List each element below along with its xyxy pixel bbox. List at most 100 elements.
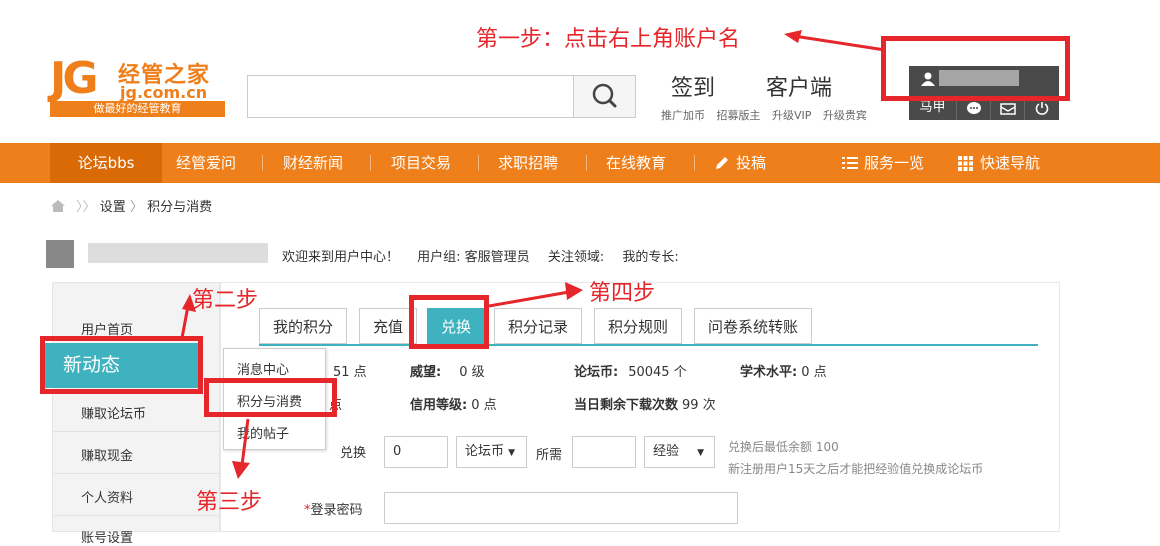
nav-item-quicknav[interactable]: 快速导航 <box>980 143 1040 183</box>
tab-points-log[interactable]: 积分记录 <box>494 308 583 344</box>
exchange-hint-min: 兑换后最低余额 100 <box>728 440 839 454</box>
username-blurred <box>88 243 268 263</box>
tab-points-rules[interactable]: 积分规则 <box>594 308 683 344</box>
sidebar-item-earn-coins[interactable]: 赚取论坛币 <box>81 403 146 422</box>
subnav-promote[interactable]: 推广加币 <box>661 109 705 122</box>
tab-survey-transfer[interactable]: 问卷系统转账 <box>694 308 813 344</box>
annotation-arrow-step2 <box>180 294 196 339</box>
stat-value: 50045 个 <box>628 365 687 380</box>
annotation-step3: 第三步 <box>196 490 263 515</box>
list-icon <box>842 157 858 169</box>
password-label: *登录密码 <box>304 499 363 518</box>
client-link[interactable]: 客户端 <box>766 70 832 102</box>
header-subnav: 推广加币 招募版主 升级VIP 升级贵宾 <box>661 107 875 123</box>
nav-item-services[interactable]: 服务一览 <box>864 143 924 183</box>
need-label: 所需 <box>536 448 563 463</box>
divider <box>53 431 221 432</box>
breadcrumb-settings[interactable]: 设置 <box>100 200 126 215</box>
nav-item-submit[interactable]: 投稿 <box>736 143 766 183</box>
user-group: 用户组: 客服管理员 <box>417 250 530 265</box>
annotation-box-points <box>204 378 337 417</box>
nav-item-ask[interactable]: 经管爱问 <box>176 143 236 183</box>
nav-separator <box>694 155 695 171</box>
nav-item-jobs[interactable]: 求职招聘 <box>498 143 558 183</box>
nav-separator <box>478 155 479 171</box>
annotation-box-exchange <box>409 295 489 349</box>
nav-item-edu[interactable]: 在线教育 <box>606 143 666 183</box>
stat-value: 0 点 <box>801 365 827 380</box>
sidebar-item-earn-cash[interactable]: 赚取现金 <box>81 445 133 464</box>
nav-item-news[interactable]: 财经新闻 <box>283 143 343 183</box>
stat-academic: 学术水平: 0 点 <box>740 361 827 380</box>
tab-underline <box>259 344 1038 346</box>
search-input[interactable] <box>248 76 573 117</box>
logo-mark: JG <box>50 53 98 104</box>
stat-credits: 51 点 <box>333 361 367 380</box>
search-button[interactable] <box>573 76 635 117</box>
grid-icon <box>958 156 973 171</box>
signin-link[interactable]: 签到 <box>671 70 715 102</box>
pencil-icon <box>716 157 728 169</box>
home-icon[interactable] <box>50 199 66 213</box>
breadcrumb-current: 积分与消费 <box>147 200 213 215</box>
currency-select[interactable]: 论坛币 ▼ <box>456 436 527 468</box>
exchange-amount-input[interactable]: 0 <box>384 436 448 468</box>
stat-label: 论坛币: <box>574 365 619 380</box>
search-icon <box>592 83 617 108</box>
nav-item-projects[interactable]: 项目交易 <box>391 143 451 183</box>
annotation-step1: 第一步：点击右上角账户名 <box>476 27 741 52</box>
breadcrumb-separator: 〉〉 <box>76 200 96 215</box>
stat-prestige: 威望: 0 级 <box>410 361 485 380</box>
exchange-label: 兑换 <box>340 446 367 461</box>
exp-value: 经验 <box>653 444 680 459</box>
menu-item-messages[interactable]: 消息中心 <box>237 359 289 378</box>
logo-domain: jg.com.cn <box>120 83 208 102</box>
subnav-recruit[interactable]: 招募版主 <box>717 109 761 122</box>
currency-value: 论坛币 <box>465 444 505 459</box>
breadcrumb: 〉〉 设置 〉 积分与消费 <box>50 196 212 215</box>
stat-value: 0 级 <box>459 365 485 380</box>
stat-label: 学术水平: <box>740 365 798 380</box>
stat-coins: 论坛币: 50045 个 <box>574 361 687 380</box>
annotation-box-account <box>881 36 1070 101</box>
password-input[interactable] <box>384 492 738 524</box>
annotation-step4: 第四步 <box>589 281 656 306</box>
subnav-vip[interactable]: 升级VIP <box>772 109 811 122</box>
stat-value: 51 点 <box>333 365 367 380</box>
main-nav: 论坛bbs 经管爱问 财经新闻 项目交易 求职招聘 在线教育 投稿 服务一览 快… <box>0 143 1160 183</box>
tab-my-points[interactable]: 我的积分 <box>259 308 348 344</box>
stat-downloads: 当日剩余下载次数 99 次 <box>574 394 716 413</box>
search-box <box>247 75 636 118</box>
annotation-arrow-step1 <box>784 30 886 52</box>
stat-label: 信用等级: <box>410 398 468 413</box>
breadcrumb-separator: 〉 <box>129 200 143 215</box>
nav-separator <box>262 155 263 171</box>
annotation-box-news <box>40 336 203 394</box>
stat-credit-level: 信用等级: 0 点 <box>410 394 497 413</box>
divider <box>53 473 221 474</box>
sidebar-item-account[interactable]: 账号设置 <box>81 527 133 546</box>
skill-field: 我的专长: <box>622 250 679 265</box>
nav-separator <box>586 155 587 171</box>
exp-select[interactable]: 经验 ▼ <box>644 436 715 468</box>
need-amount-input[interactable] <box>572 436 636 468</box>
logo-slogan: 做最好的经管教育 <box>50 101 225 117</box>
nav-item-bbs[interactable]: 论坛bbs <box>50 143 162 183</box>
dropdown-caret-icon: ▼ <box>508 448 516 458</box>
annotation-arrow-step4 <box>488 282 583 308</box>
sidebar-item-profile[interactable]: 个人资料 <box>81 487 133 506</box>
focus-field: 关注领域: <box>547 250 605 265</box>
annotation-step2: 第二步 <box>192 288 259 313</box>
site-logo[interactable]: JG 经管之家 jg.com.cn 做最好的经管教育 <box>50 55 225 117</box>
avatar[interactable] <box>46 240 74 268</box>
exchange-hint-newuser: 新注册用户15天之后才能把经验值兑换成论坛币 <box>728 462 984 476</box>
welcome-line: 欢迎来到用户中心！ 用户组: 客服管理员 关注领域: 我的专长: <box>282 246 693 265</box>
dropdown-caret-icon: ▼ <box>697 448 705 458</box>
stat-value: 99 次 <box>682 398 716 413</box>
subnav-guest[interactable]: 升级贵宾 <box>823 109 867 122</box>
welcome-text: 欢迎来到用户中心！ <box>282 250 400 265</box>
nav-separator <box>370 155 371 171</box>
stat-label: 当日剩余下载次数 <box>574 398 679 413</box>
stat-value: 0 点 <box>471 398 497 413</box>
annotation-arrow-step3 <box>232 418 250 479</box>
